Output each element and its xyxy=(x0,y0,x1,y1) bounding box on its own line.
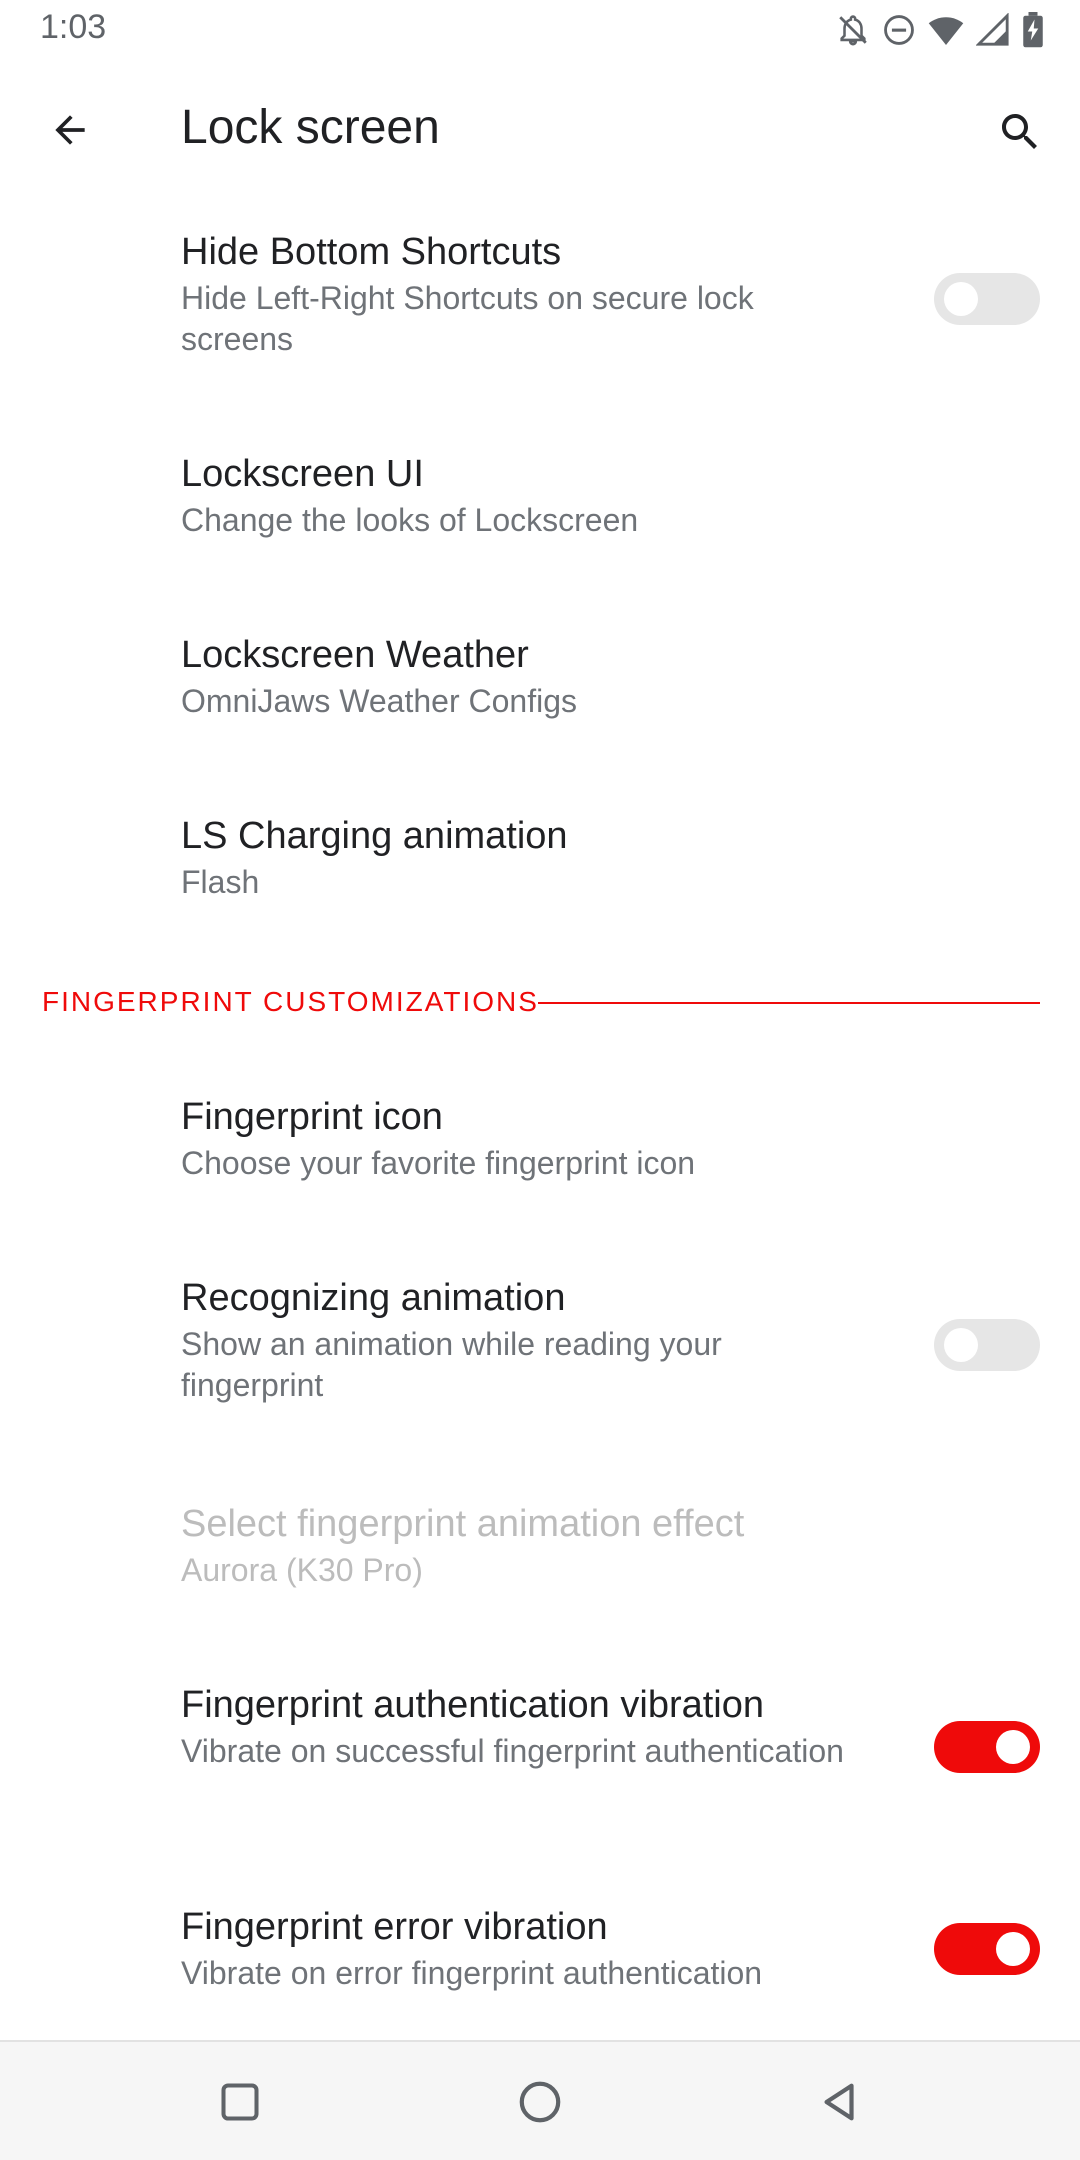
pref-fingerprint-error-vibration[interactable]: Fingerprint error vibration Vibrate on e… xyxy=(0,1903,1080,2013)
pref-recognizing-animation[interactable]: Recognizing animation Show an animation … xyxy=(0,1274,1080,1434)
pref-hide-bottom-shortcuts[interactable]: Hide Bottom Shortcuts Hide Left-Right Sh… xyxy=(0,228,1080,388)
pref-select-fingerprint-animation-effect: Select fingerprint animation effect Auro… xyxy=(0,1500,1080,1610)
wifi-icon xyxy=(928,13,964,47)
pref-summary: Flash xyxy=(181,864,260,900)
pref-title: Lockscreen UI xyxy=(181,453,424,495)
pref-lockscreen-weather[interactable]: Lockscreen Weather OmniJaws Weather Conf… xyxy=(0,631,1080,741)
section-label: FINGERPRINT CUSTOMIZATIONS xyxy=(42,986,539,1017)
pref-title: Fingerprint error vibration xyxy=(181,1906,608,1948)
section-header-fingerprint: FINGERPRINT CUSTOMIZATIONS xyxy=(0,970,1080,1040)
pref-summary: OmniJaws Weather Configs xyxy=(181,683,577,719)
pref-title: Fingerprint authentication vibration xyxy=(181,1684,765,1726)
arrow-back-icon xyxy=(55,115,85,145)
pref-lockscreen-ui[interactable]: Lockscreen UI Change the looks of Locksc… xyxy=(0,450,1080,560)
search-icon xyxy=(1002,114,1037,149)
pref-summary: Vibrate on error fingerprint authenticat… xyxy=(181,1955,763,1991)
pref-summary: Choose your favorite fingerprint icon xyxy=(181,1145,696,1181)
page-title: Lock screen xyxy=(181,101,440,154)
fingerprint-authentication-vibration-toggle[interactable] xyxy=(934,1721,1040,1773)
toggle-knob xyxy=(944,1328,978,1362)
battery-charging-icon xyxy=(1022,12,1044,48)
fingerprint-error-vibration-toggle[interactable] xyxy=(934,1923,1040,1975)
pref-title: Lockscreen Weather xyxy=(181,634,529,676)
section-divider xyxy=(538,1002,1040,1004)
cellular-signal-icon xyxy=(976,13,1010,47)
pref-summary: Show an animation while reading your fin… xyxy=(181,1326,722,1403)
back-button[interactable] xyxy=(36,102,104,158)
app-bar: Lock screen xyxy=(0,60,1080,200)
status-time: 1:03 xyxy=(40,8,107,46)
recognizing-animation-toggle[interactable] xyxy=(934,1319,1040,1371)
pref-summary: Change the looks of Lockscreen xyxy=(181,502,639,538)
toggle-knob xyxy=(996,1932,1030,1966)
toggle-knob xyxy=(944,282,978,316)
navigation-bar xyxy=(0,2040,1080,2160)
pref-fingerprint-icon[interactable]: Fingerprint icon Choose your favorite fi… xyxy=(0,1093,1080,1203)
status-icons xyxy=(836,12,1044,48)
hide-bottom-shortcuts-toggle[interactable] xyxy=(934,273,1040,325)
pref-fingerprint-authentication-vibration[interactable]: Fingerprint authentication vibration Vib… xyxy=(0,1681,1080,1841)
search-button[interactable] xyxy=(988,100,1052,164)
pref-ls-charging-animation[interactable]: LS Charging animation Flash xyxy=(0,812,1080,922)
pref-title: Fingerprint icon xyxy=(181,1096,443,1138)
pref-title: Select fingerprint animation effect xyxy=(181,1503,745,1545)
pref-summary: Vibrate on successful fingerprint authen… xyxy=(181,1733,844,1769)
pref-title: LS Charging animation xyxy=(181,815,568,857)
status-bar: 1:03 xyxy=(0,0,1080,60)
lock-screen-settings: 1:03 Lock screen Hide Bottom Shortcuts H… xyxy=(0,0,1080,2160)
notifications-off-icon xyxy=(836,13,870,47)
pref-title: Recognizing animation xyxy=(181,1277,566,1319)
home-circle-icon xyxy=(519,2081,561,2123)
pref-summary: Hide Left-Right Shortcuts on secure lock… xyxy=(181,280,754,357)
toggle-knob xyxy=(996,1730,1030,1764)
recents-button[interactable] xyxy=(206,2068,274,2136)
pref-title: Hide Bottom Shortcuts xyxy=(181,231,562,273)
home-button[interactable] xyxy=(506,2068,574,2136)
do-not-disturb-icon xyxy=(882,13,916,47)
nav-back-button[interactable] xyxy=(806,2068,874,2136)
pref-summary: Aurora (K30 Pro) xyxy=(181,1552,423,1588)
recents-square-icon xyxy=(221,2083,259,2121)
back-triangle-icon xyxy=(824,2083,854,2121)
